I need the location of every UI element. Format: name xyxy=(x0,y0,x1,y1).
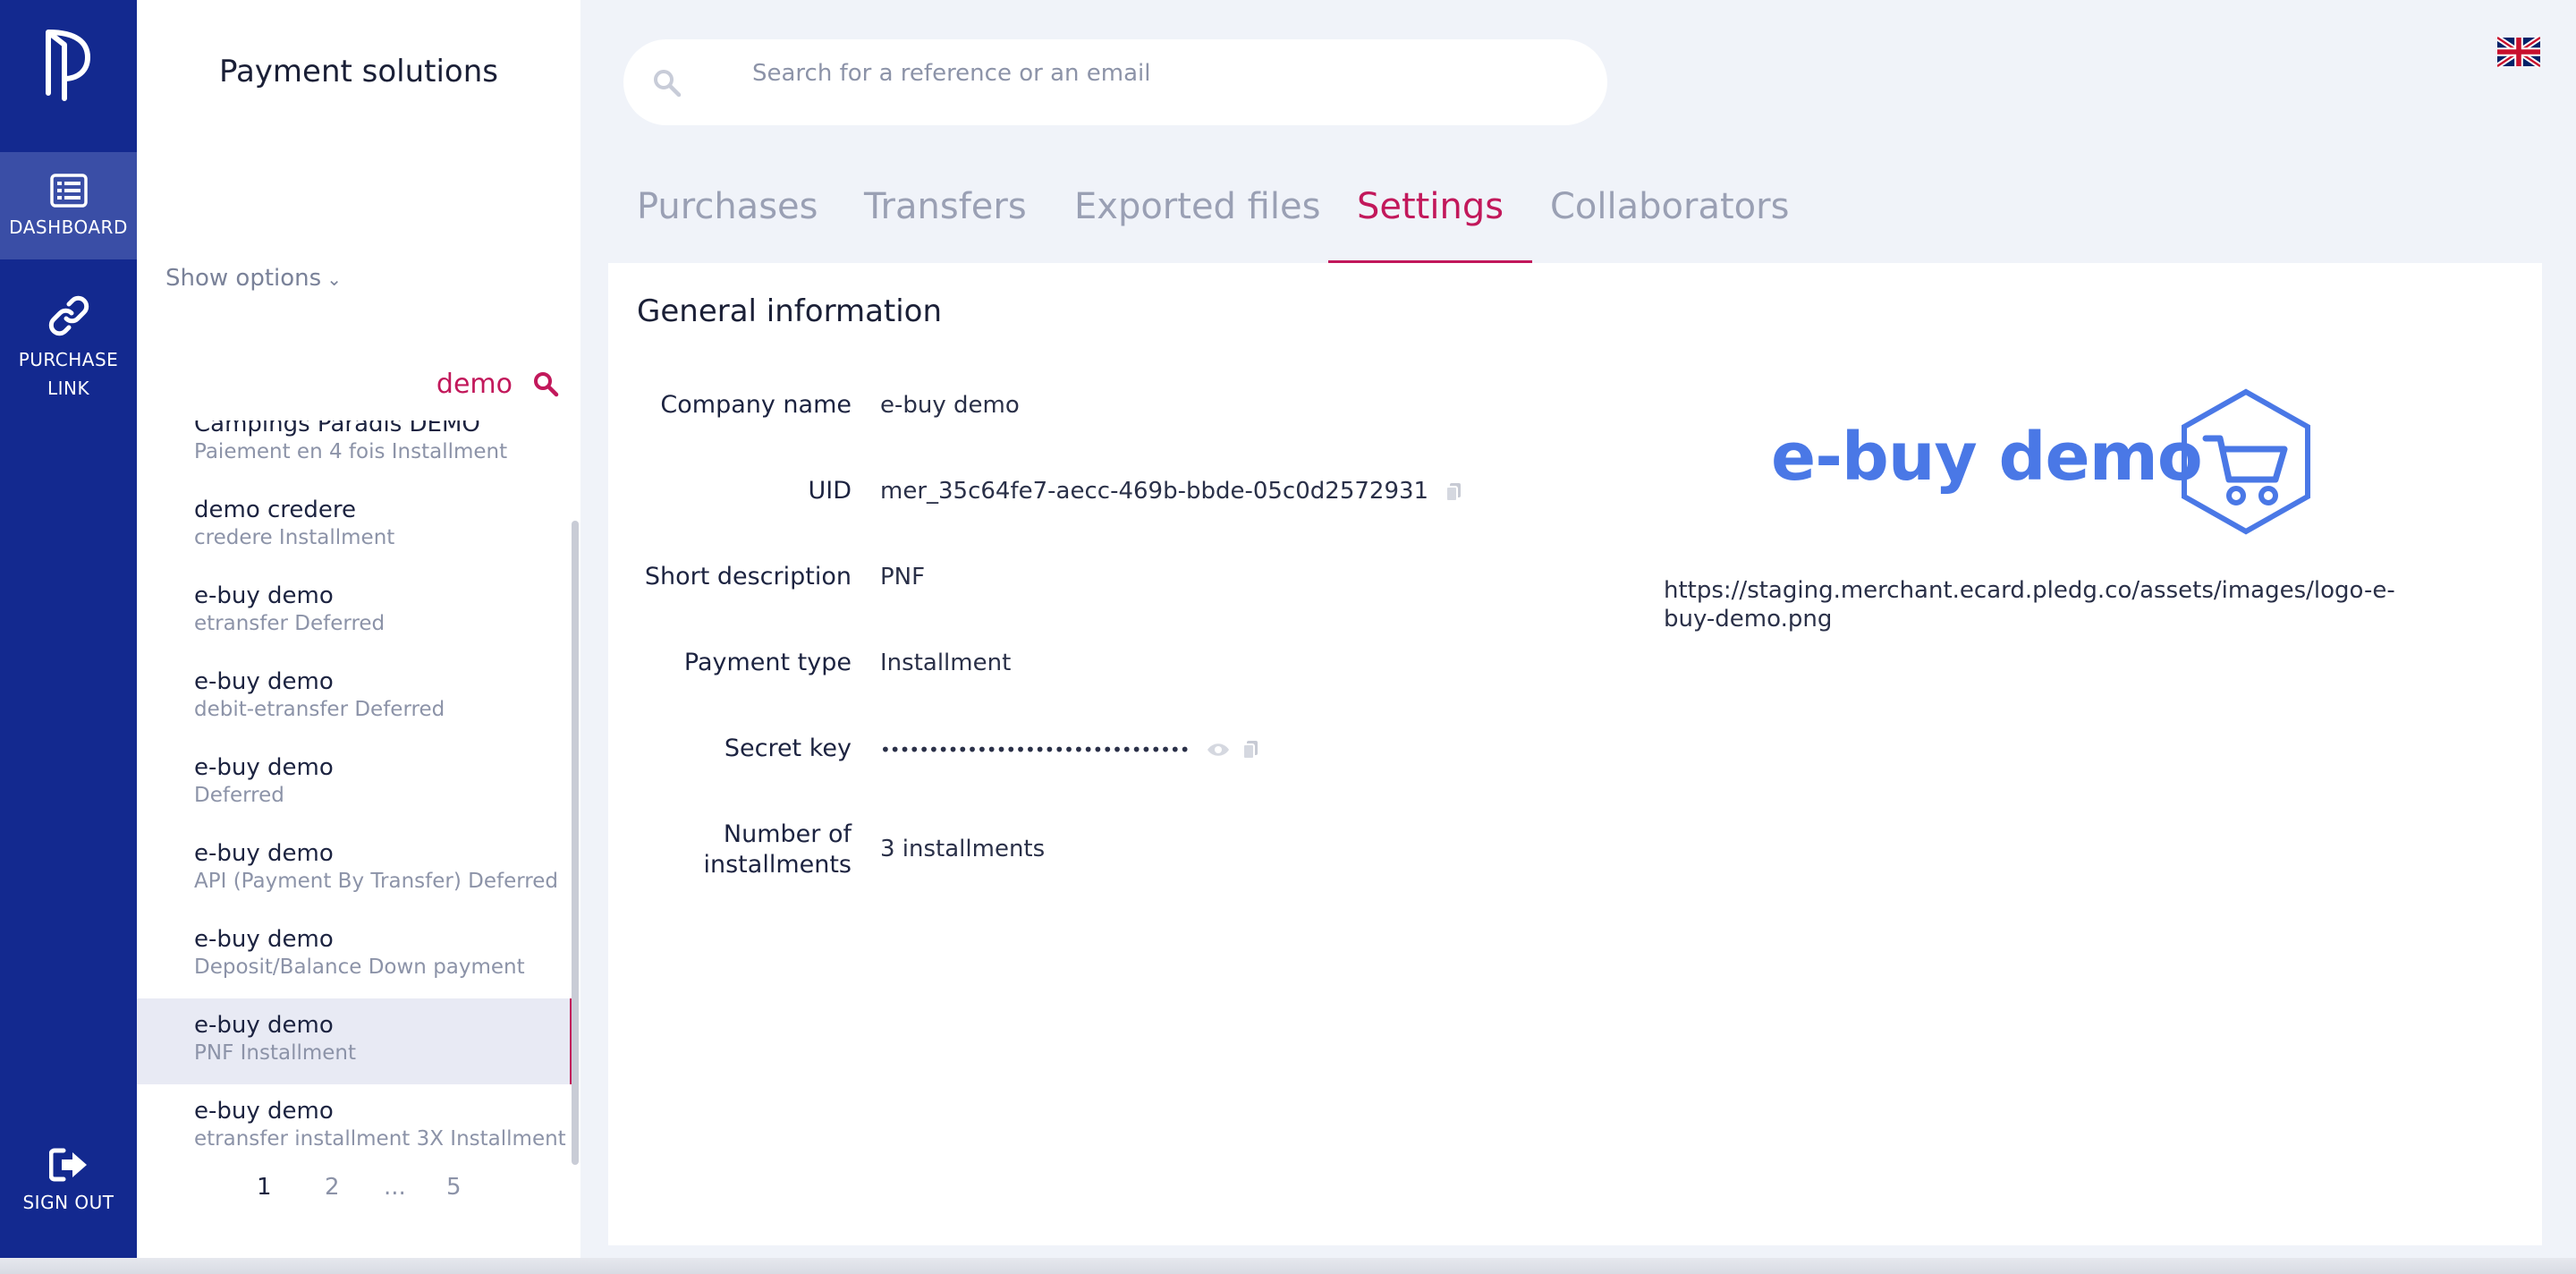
list-item-sub: PNF Installment xyxy=(194,1041,357,1065)
search-icon xyxy=(654,70,682,98)
list-item-name: e-buy demo xyxy=(194,1098,334,1125)
list-item-sub: API (Payment By Transfer) Deferred xyxy=(194,870,559,893)
list-item-name: e-buy demo xyxy=(194,582,334,609)
page-1[interactable]: 1 xyxy=(257,1174,272,1201)
nav-link-label: LINK xyxy=(47,378,90,399)
list-item-sub: etransfer installment 3X Installment xyxy=(194,1127,566,1151)
list-item[interactable]: Campings Paradis DEMO Paiement en 4 fois… xyxy=(137,420,573,483)
sign-out-icon xyxy=(48,1148,87,1182)
section-heading: General information xyxy=(637,293,943,329)
list-item[interactable]: e-buy demo Deposit/Balance Down payment xyxy=(137,913,573,998)
tab-transfers[interactable]: Transfers xyxy=(864,175,1027,263)
page-ellipsis: ... xyxy=(384,1174,406,1201)
company-name-label: Company name xyxy=(660,391,852,419)
list-item-name: e-buy demo xyxy=(194,926,334,953)
tab-exported-files[interactable]: Exported files xyxy=(1074,175,1320,263)
uid-label: UID xyxy=(808,477,852,505)
pledg-logo-icon[interactable] xyxy=(41,27,95,102)
list-item[interactable]: e-buy demo etransfer Deferred xyxy=(137,569,573,655)
uid-value: mer_35c64fe7-aecc-469b-bbde-05c0d2572931 xyxy=(880,478,1429,505)
page-2[interactable]: 2 xyxy=(325,1174,340,1201)
global-search xyxy=(623,39,1607,125)
list-item-sub: debit-etransfer Deferred xyxy=(194,698,445,721)
list-item[interactable]: e-buy demo debit-etransfer Deferred xyxy=(137,655,573,741)
eye-icon[interactable] xyxy=(1206,741,1231,759)
list-item[interactable]: e-buy demo API (Payment By Transfer) Def… xyxy=(137,827,573,913)
settings-panel: General information Company name e-buy d… xyxy=(608,263,2542,1245)
secret-key-value: •••••••••••••••••••••••••••••••• xyxy=(880,739,1190,760)
nav-dashboard[interactable]: DASHBOARD xyxy=(0,152,137,259)
company-name-value: e-buy demo xyxy=(880,392,1020,419)
dashboard-icon xyxy=(49,174,88,208)
list-item[interactable]: demo credere credere Installment xyxy=(137,483,573,569)
secret-key-value-wrap: •••••••••••••••••••••••••••••••• xyxy=(880,734,1259,765)
installments-label-line-1: Number of xyxy=(723,820,852,848)
payment-type-label: Payment type xyxy=(683,649,852,676)
list-item[interactable]: e-buy demo Deferred xyxy=(137,741,573,827)
nav-sign-out[interactable]: SIGN OUT xyxy=(0,1147,137,1245)
list-item-sub: Deferred xyxy=(194,784,284,807)
show-options-toggle[interactable]: Show options ⌄ xyxy=(165,265,342,292)
secret-key-label: Secret key xyxy=(724,735,852,762)
merchant-logo: e-buy demo xyxy=(1771,388,2326,540)
list-item-name: e-buy demo xyxy=(194,668,334,695)
payment-type-value: Installment xyxy=(880,650,1012,676)
list-item-sub: etransfer Deferred xyxy=(194,612,386,635)
list-item-name: Campings Paradis DEMO xyxy=(194,420,480,437)
copy-icon[interactable] xyxy=(1445,481,1462,503)
page-5[interactable]: 5 xyxy=(446,1174,462,1201)
merchant-logo-text: e-buy demo xyxy=(1771,419,2203,496)
search-icon[interactable] xyxy=(532,370,559,397)
uk-flag-icon[interactable] xyxy=(2497,36,2540,68)
list-item-name: e-buy demo xyxy=(194,754,334,781)
payment-solutions-sidebar: Payment solutions Show options ⌄ demo Cam… xyxy=(137,0,580,1274)
cart-icon xyxy=(2182,388,2310,535)
nav-dashboard-label: DASHBOARD xyxy=(9,217,128,238)
search-input[interactable] xyxy=(752,55,1557,91)
payment-solutions-list: Campings Paradis DEMO Paiement en 4 fois… xyxy=(137,420,573,1167)
copy-icon[interactable] xyxy=(1241,739,1259,760)
nav-purchase-link[interactable]: PURCHASE LINK xyxy=(0,293,137,419)
short-description-label: Short description xyxy=(644,563,852,590)
list-item-name: demo credere xyxy=(194,497,357,523)
nav-purchase-label: PURCHASE xyxy=(18,349,119,370)
list-item[interactable]: e-buy demo etransfer installment 3X Inst… xyxy=(137,1084,573,1167)
list-item-name: e-buy demo xyxy=(194,840,334,867)
tab-collaborators[interactable]: Collaborators xyxy=(1550,175,1789,263)
nav-sign-out-label: SIGN OUT xyxy=(22,1192,114,1213)
list-item-sub: Deposit/Balance Down payment xyxy=(194,956,525,979)
nav-rail: DASHBOARD PURCHASE LINK SIGN OUT xyxy=(0,0,137,1274)
logo-url: https://staging.merchant.ecard.pledg.co/… xyxy=(1664,577,2395,633)
link-icon xyxy=(48,295,89,336)
show-options-label: Show options xyxy=(165,265,322,292)
installments-label-line-2: installments xyxy=(703,851,852,879)
window-bottom-edge xyxy=(0,1258,2576,1274)
installments-label: Number of installments xyxy=(608,820,852,880)
list-item-name: e-buy demo xyxy=(194,1012,334,1039)
list-item-sub: credere Installment xyxy=(194,526,395,549)
short-description-value: PNF xyxy=(880,564,926,590)
pagination: 1 2 ... 5 xyxy=(137,1174,580,1213)
tab-purchases[interactable]: Purchases xyxy=(637,175,818,263)
uid-value-wrap: mer_35c64fe7-aecc-469b-bbde-05c0d2572931 xyxy=(880,476,1462,506)
list-scrollbar[interactable] xyxy=(572,521,579,1165)
sidebar-title: Payment solutions xyxy=(218,54,498,89)
tab-settings[interactable]: Settings xyxy=(1327,175,1533,263)
installments-value: 3 installments xyxy=(880,836,1046,862)
sidebar-search-value[interactable]: demo xyxy=(436,369,513,400)
list-item-sub: Paiement en 4 fois Installment xyxy=(194,440,508,463)
list-item-selected[interactable]: e-buy demo PNF Installment xyxy=(137,998,573,1084)
chevron-down-icon: ⌄ xyxy=(326,268,342,290)
